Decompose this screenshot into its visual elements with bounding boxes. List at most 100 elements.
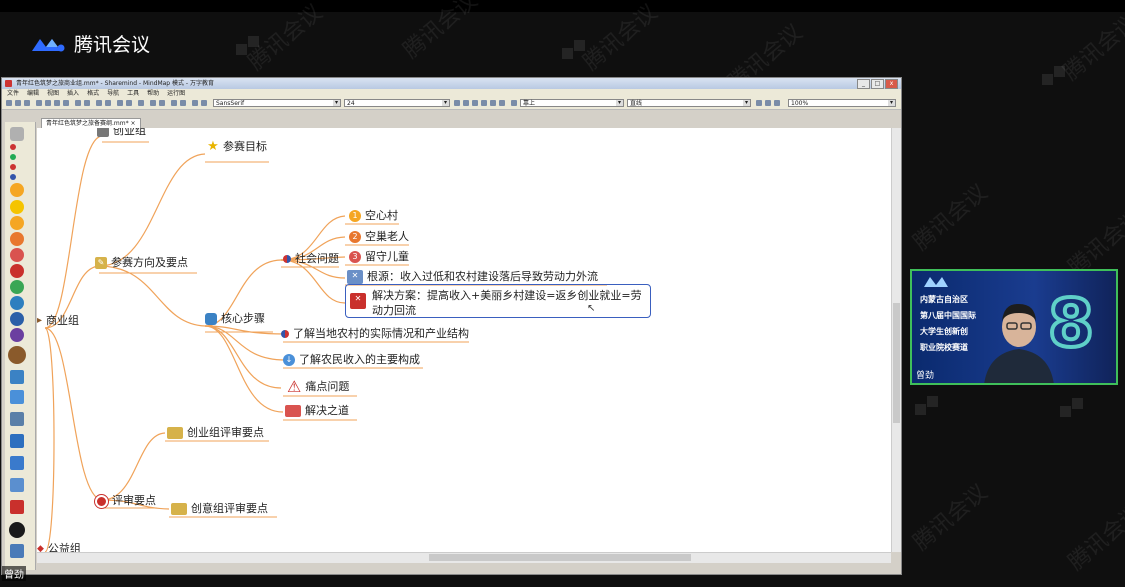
node-direction[interactable]: ✎ 参赛方向及要点 [95,256,188,270]
node-goal[interactable]: ★ 参赛目标 [207,140,267,154]
cut-icon[interactable] [45,100,51,106]
bold-icon[interactable] [171,100,177,106]
menu-help[interactable]: 帮助 [147,89,159,98]
filter-icon[interactable] [490,100,496,106]
menu-insert[interactable]: 插入 [67,89,79,98]
note-icon[interactable] [463,100,469,106]
node-solutions[interactable]: 解决之道 [285,404,349,418]
menu-file[interactable]: 文件 [7,89,19,98]
palette-red-dot-icon[interactable] [10,164,16,170]
node-left-behind-children[interactable]: 3 留守儿童 [349,250,409,264]
node-empty-nest[interactable]: 2 空巢老人 [349,230,409,244]
palette-scissors-icon[interactable] [10,478,24,492]
palette-books-icon[interactable] [10,390,24,404]
palette-priority-5-icon[interactable] [10,280,24,294]
palette-book-icon[interactable] [10,370,24,384]
node-review-points[interactable]: 评审要点 [95,494,156,508]
node-understand-village[interactable]: 了解当地农村的实际情况和产业结构 [281,327,469,341]
new-icon[interactable] [6,100,12,106]
palette-arrow-icon[interactable] [10,183,24,197]
link-icon[interactable] [201,100,207,106]
font-size-select[interactable]: 24 [344,99,450,107]
menu-view[interactable]: 视图 [47,89,59,98]
print-icon[interactable] [36,100,42,106]
node-creative-review[interactable]: 创意组评审要点 [171,502,268,516]
horizontal-scrollbar[interactable] [37,552,891,563]
palette-tools-icon[interactable] [10,412,24,426]
layout-icon[interactable] [756,100,762,106]
palette-priority-0-icon[interactable] [10,200,24,214]
palette-face-icon[interactable] [8,346,26,364]
maximize-button[interactable]: □ [871,79,884,89]
edit-icon[interactable] [454,100,460,106]
palette-remove-icon[interactable] [10,127,24,141]
horizontal-scroll-thumb[interactable] [429,554,691,561]
document-tab[interactable]: 青年红色筑梦之旅备赛纲.mm* × [41,118,141,128]
save-icon[interactable] [24,100,30,106]
palette-priority-1-icon[interactable] [10,216,24,230]
minimize-button[interactable]: _ [857,79,870,89]
node-label: 商业组 [46,314,80,327]
node-startup-group[interactable]: 创业组 [97,128,146,138]
vertical-scroll-thumb[interactable] [893,303,900,423]
palette-priority-3-icon[interactable] [10,248,24,262]
menu-format[interactable]: 格式 [87,89,99,98]
attach-icon[interactable] [481,100,487,106]
pencil-icon: ✎ [95,257,107,269]
palette-priority-8-icon[interactable] [10,328,24,342]
palette-priority-4-icon[interactable] [10,264,24,278]
table-icon[interactable] [765,100,771,106]
participant-video[interactable]: 内蒙古自治区 第八届中国国际 大学生创新创 职业院校赛道 8 曾劲 [910,269,1118,385]
copy-icon[interactable] [54,100,60,106]
menu-tools[interactable]: 工具 [127,89,139,98]
redo-icon[interactable] [84,100,90,106]
zoom-out-icon[interactable] [105,100,111,106]
node-solution-selected[interactable]: ✕ 解决方案：提高收入+美丽乡村建设=返乡创业就业=劳动力回流 [345,284,651,318]
zoom-in-icon[interactable] [96,100,102,106]
arrow-icon[interactable] [138,100,144,106]
vertical-scrollbar[interactable] [891,128,901,552]
font-family-select[interactable]: SansSerif [213,99,341,107]
undo-icon[interactable] [75,100,81,106]
menu-edit[interactable]: 编辑 [27,89,39,98]
edge-style-select[interactable]: 直线 [627,99,751,107]
node-empty-village[interactable]: 1 空心村 [349,209,398,223]
color-icon[interactable] [192,100,198,106]
edge-position-select[interactable]: 靠上 [520,99,624,107]
palette-chart-icon[interactable] [10,434,24,448]
close-button[interactable]: x [885,79,898,89]
italic-icon[interactable] [180,100,186,106]
check-icon[interactable] [499,100,505,106]
palette-person-icon[interactable] [10,500,24,514]
palette-blue-dot-icon[interactable] [10,174,16,180]
node-public-welfare[interactable]: ◆ 公益组 [37,542,81,552]
node-startup-review[interactable]: 创业组评审要点 [167,426,264,440]
palette-green-dot-icon[interactable] [10,154,16,160]
export-icon[interactable] [774,100,780,106]
zoom-select[interactable]: 100% [788,99,896,107]
node-business-group[interactable]: ▸ 商业组 [37,314,79,328]
node-pain-points[interactable]: ⚠ 痛点问题 [287,379,349,395]
palette-red-dot-icon[interactable] [10,144,16,150]
palette-disc-icon[interactable] [9,522,25,538]
node-root-cause[interactable]: ✕ 根源：收入过低和农村建设落后导致劳动力外流 [347,270,598,284]
open-icon[interactable] [15,100,21,106]
image-icon[interactable] [472,100,478,106]
font-decrease-icon[interactable] [159,100,165,106]
fold-icon[interactable] [117,100,123,106]
unfold-icon[interactable] [126,100,132,106]
menu-run[interactable]: 运行图 [167,89,185,98]
font-increase-icon[interactable] [150,100,156,106]
edge-icon[interactable] [511,100,517,106]
palette-priority-2-icon[interactable] [10,232,24,246]
node-understand-income[interactable]: ↓ 了解农民收入的主要构成 [283,353,420,367]
palette-pen-icon[interactable] [10,456,24,470]
menu-navigate[interactable]: 导航 [107,89,119,98]
node-core-steps[interactable]: 核心步骤 [205,312,265,326]
palette-priority-6-icon[interactable] [10,296,24,310]
paste-icon[interactable] [63,100,69,106]
palette-priority-7-icon[interactable] [10,312,24,326]
mindmap-canvas[interactable]: 创业组 ▸ 商业组 ✎ 参赛方向及要点 ★ 参赛目标 核心步骤 社会问题 1 空… [37,128,891,552]
node-social-issues[interactable]: 社会问题 [283,252,339,266]
palette-misc-icon[interactable] [10,544,24,558]
